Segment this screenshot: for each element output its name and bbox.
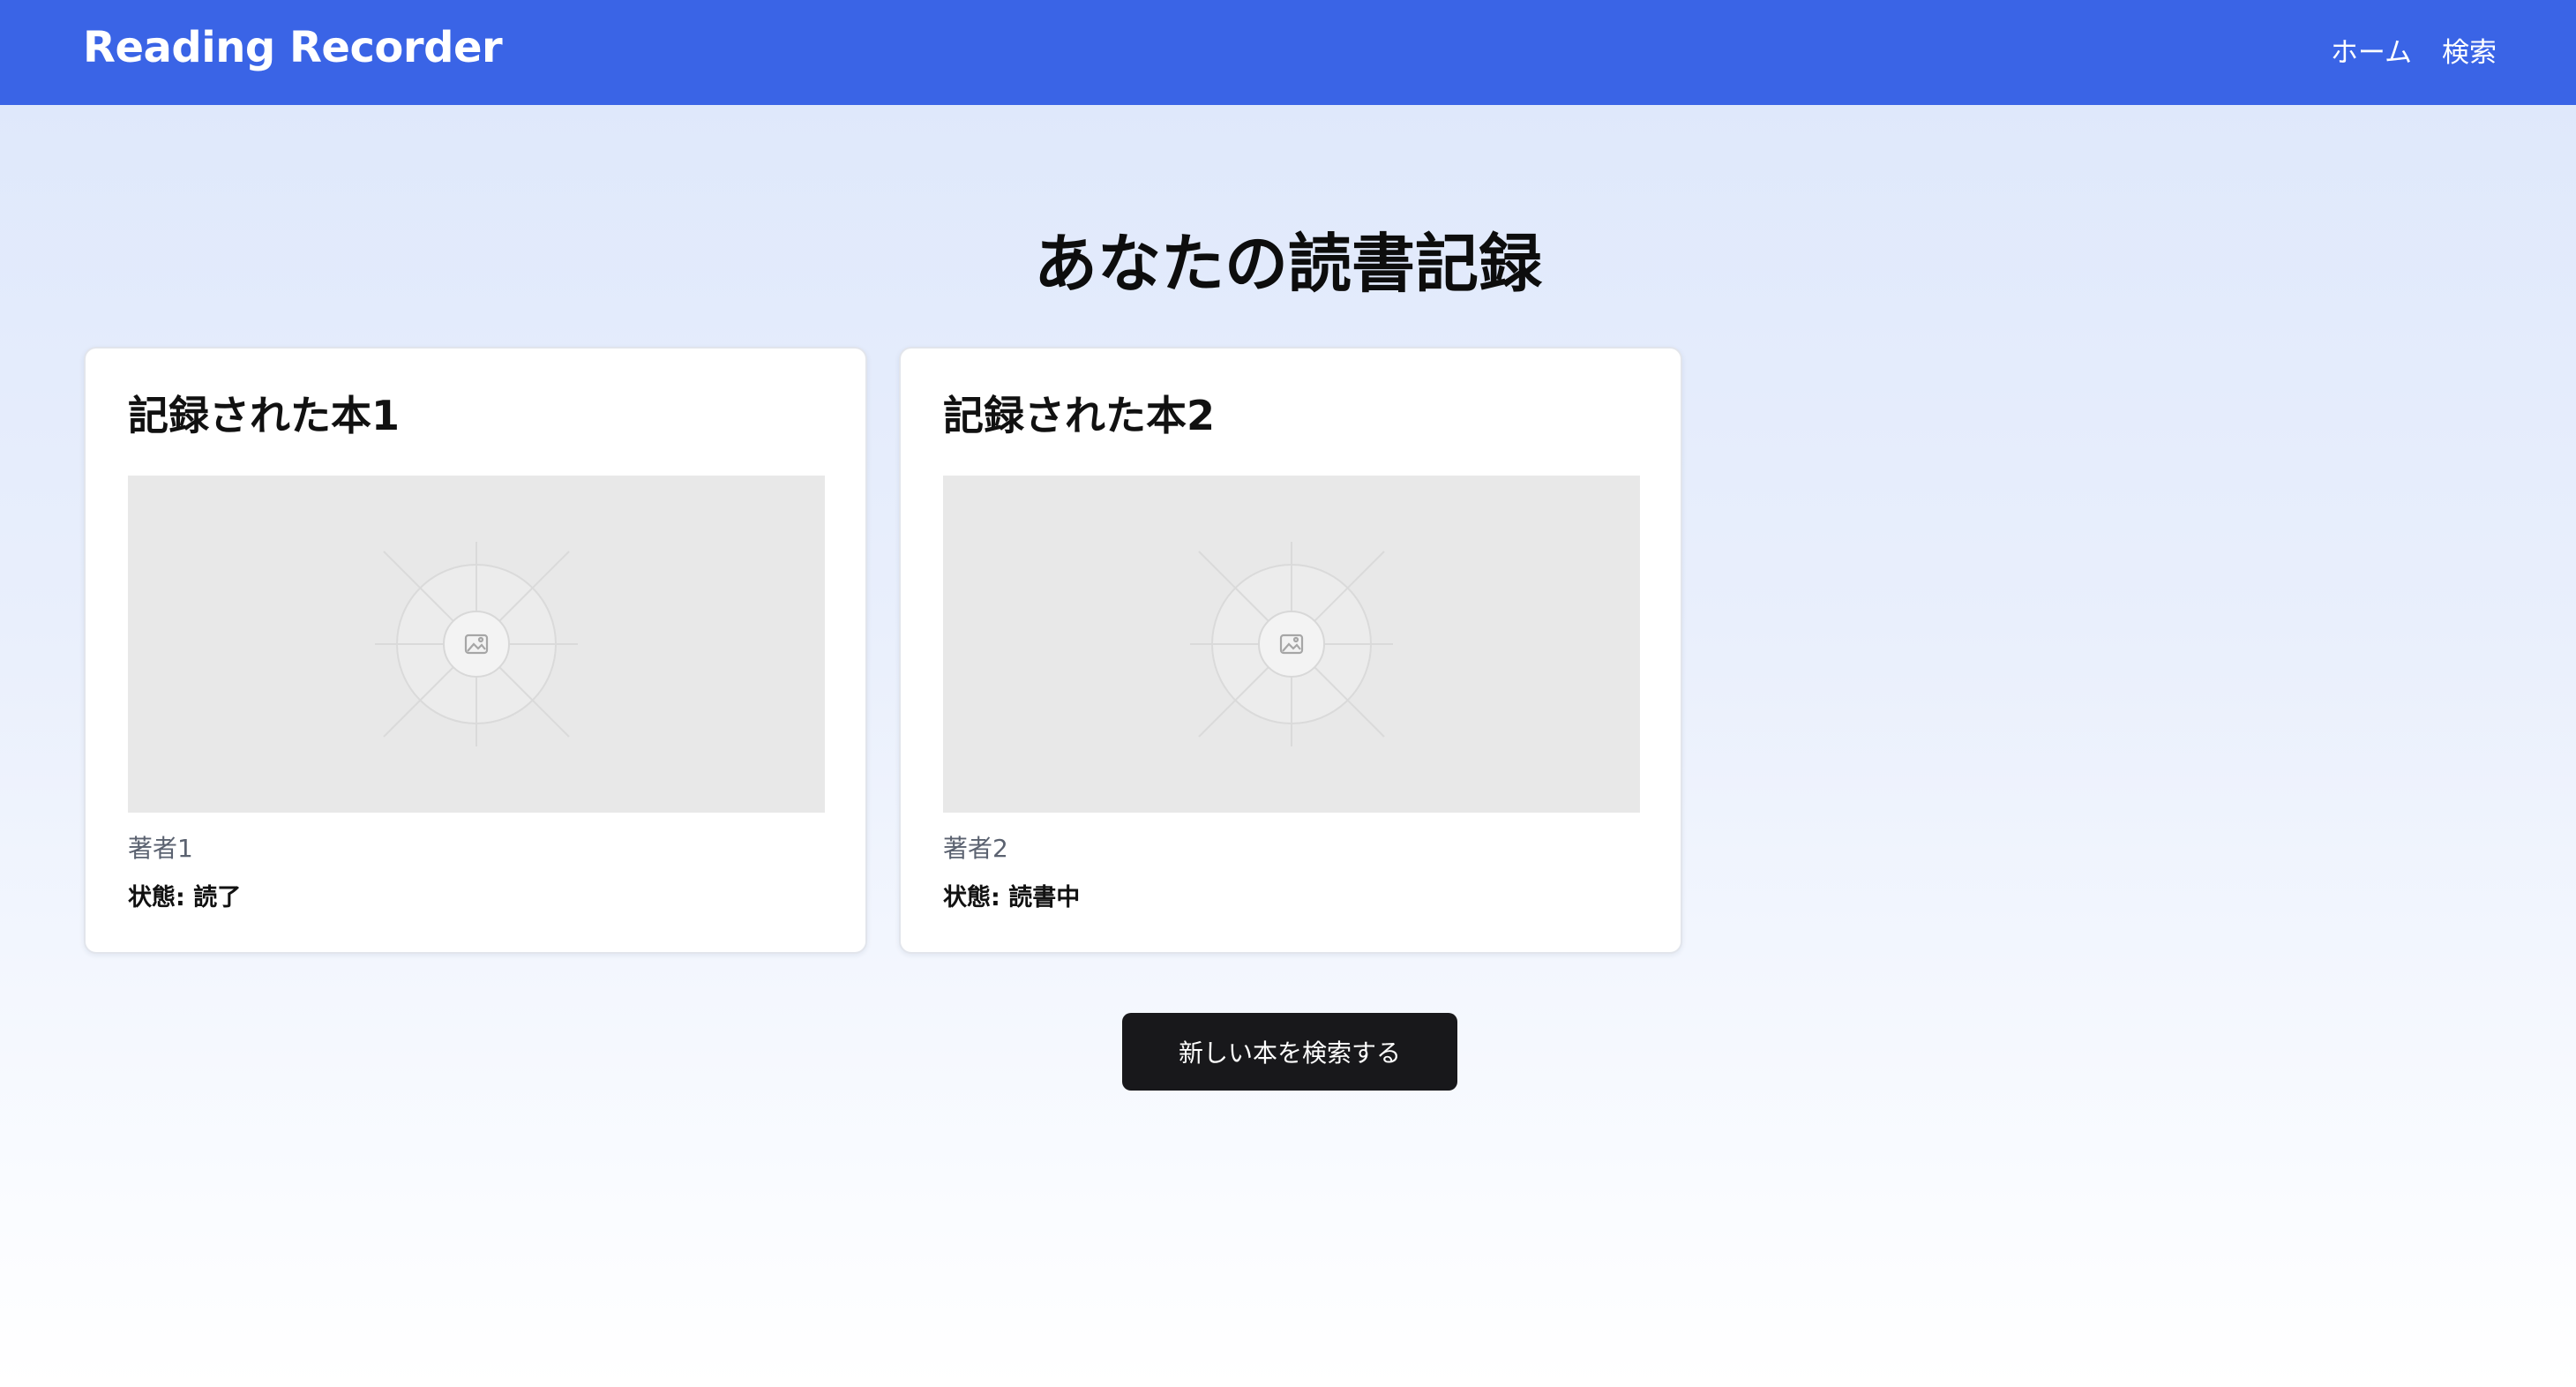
page-title: あなたの読書記録 <box>1033 227 1542 301</box>
navbar: Reading Recorder ホーム 検索 <box>0 0 2576 105</box>
image-placeholder-icon <box>375 542 578 746</box>
book-title: 記録された本1 <box>128 392 401 439</box>
book-status: 状態: 読書中 <box>943 884 1081 911</box>
book-author: 著者2 <box>943 834 1008 863</box>
book-status: 状態: 読了 <box>128 884 242 911</box>
book-author: 著者1 <box>128 834 193 863</box>
nav-links: ホーム 検索 <box>2331 30 2497 70</box>
book-card[interactable]: 記録された本1 著者1 状態: 読了 <box>84 347 867 954</box>
brand-logo[interactable]: Reading Recorder <box>83 23 503 72</box>
nav-link-home[interactable]: ホーム <box>2331 30 2412 70</box>
book-list: 記録された本1 著者1 状態: 読了 記録された本2 著者2 状態: 読書中 <box>84 347 1682 954</box>
search-new-book-button[interactable]: 新しい本を検索する <box>1122 1013 1457 1091</box>
image-placeholder-icon <box>1190 542 1393 746</box>
nav-link-search[interactable]: 検索 <box>2442 30 2497 70</box>
book-card[interactable]: 記録された本2 著者2 状態: 読書中 <box>899 347 1682 954</box>
book-cover-placeholder <box>943 476 1640 813</box>
book-title: 記録された本2 <box>943 392 1216 439</box>
book-cover-placeholder <box>128 476 825 813</box>
